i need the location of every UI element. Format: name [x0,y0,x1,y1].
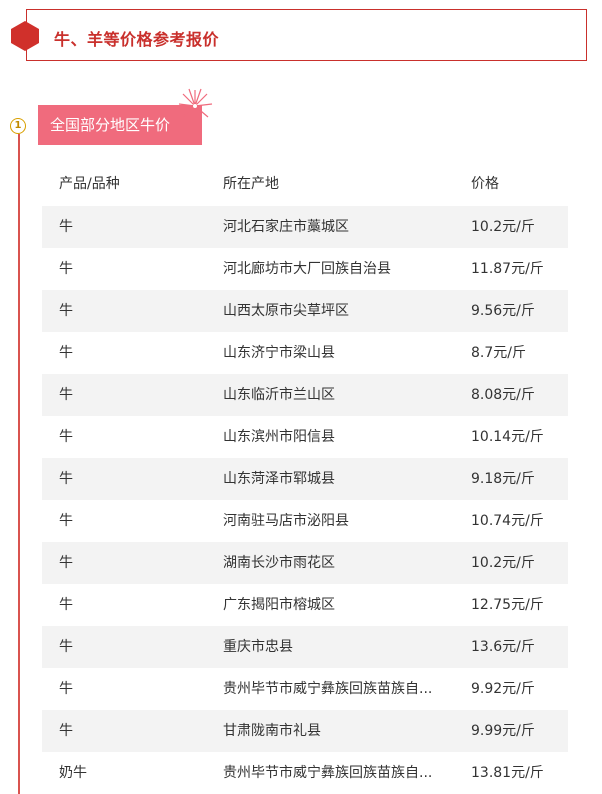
product-cell: 牛 [59,471,73,487]
origin-cell: 甘肃陇南市礼县 [223,723,321,739]
page-title: 牛、羊等价格参考报价 [54,30,220,49]
origin-cell: 贵州毕节市威宁彝族回族苗族自... [223,681,433,697]
price-cell: 9.18元/斤 [471,471,535,487]
origin-cell: 山西太原市尖草坪区 [223,303,349,319]
origin-cell: 山东菏泽市郓城县 [223,471,335,487]
timeline-line [18,134,20,794]
product-cell: 牛 [59,387,73,403]
product-cell: 牛 [59,513,73,529]
price-cell: 11.87元/斤 [471,261,544,277]
price-cell: 8.08元/斤 [471,387,535,403]
origin-cell: 河北廊坊市大厂回族自治县 [223,261,391,277]
price-cell: 9.92元/斤 [471,681,535,697]
header-origin: 所在产地 [223,176,279,192]
origin-cell: 山东滨州市阳信县 [223,429,335,445]
price-cell: 10.2元/斤 [471,555,535,571]
price-cell: 12.75元/斤 [471,597,544,613]
table-row: 奶牛 贵州毕节市威宁彝族回族苗族自... 13.81元/斤 [42,752,568,794]
price-cell: 9.99元/斤 [471,723,535,739]
price-cell: 10.74元/斤 [471,513,544,529]
product-cell: 奶牛 [59,765,87,781]
product-cell: 牛 [59,555,73,571]
origin-cell: 山东济宁市梁山县 [223,345,335,361]
table-header-row: 产品/品种 所在产地 价格 [42,162,568,206]
product-cell: 牛 [59,219,73,235]
price-cell: 8.7元/斤 [471,345,526,361]
product-cell: 牛 [59,597,73,613]
origin-cell: 重庆市忠县 [223,639,293,655]
product-cell: 牛 [59,303,73,319]
price-cell: 13.81元/斤 [471,765,544,781]
table-row: 牛 山西太原市尖草坪区 9.56元/斤 [42,290,568,332]
table-row: 牛 山东滨州市阳信县 10.14元/斤 [42,416,568,458]
hexagon-icon [11,21,39,51]
origin-cell: 山东临沂市兰山区 [223,387,335,403]
table-row: 牛 湖南长沙市雨花区 10.2元/斤 [42,542,568,584]
origin-cell: 河南驻马店市泌阳县 [223,513,349,529]
product-cell: 牛 [59,681,73,697]
table-row: 牛 河南驻马店市泌阳县 10.74元/斤 [42,500,568,542]
price-cell: 13.6元/斤 [471,639,535,655]
product-cell: 牛 [59,261,73,277]
origin-cell: 湖南长沙市雨花区 [223,555,335,571]
origin-cell: 广东揭阳市榕城区 [223,597,335,613]
table-row: 牛 重庆市忠县 13.6元/斤 [42,626,568,668]
product-cell: 牛 [59,639,73,655]
table-row: 牛 山东济宁市梁山县 8.7元/斤 [42,332,568,374]
table-row: 牛 山东菏泽市郓城县 9.18元/斤 [42,458,568,500]
price-cell: 9.56元/斤 [471,303,535,319]
table-row: 牛 山东临沂市兰山区 8.08元/斤 [42,374,568,416]
table-row: 牛 贵州毕节市威宁彝族回族苗族自... 9.92元/斤 [42,668,568,710]
product-cell: 牛 [59,345,73,361]
step-number-badge: 1 [10,118,26,134]
table-row: 牛 甘肃陇南市礼县 9.99元/斤 [42,710,568,752]
origin-cell: 河北石家庄市藁城区 [223,219,349,235]
product-cell: 牛 [59,429,73,445]
table-row: 牛 河北石家庄市藁城区 10.2元/斤 [42,206,568,248]
product-cell: 牛 [59,723,73,739]
price-cell: 10.14元/斤 [471,429,544,445]
firework-icon [178,88,213,118]
price-table: 产品/品种 所在产地 价格 牛河北石家庄市藁城区 10.2元/斤牛河北廊坊市大厂回… [42,162,568,794]
table-row: 牛 广东揭阳市榕城区 12.75元/斤 [42,584,568,626]
price-cell: 10.2元/斤 [471,219,535,235]
header-product: 产品/品种 [59,176,120,192]
origin-cell: 贵州毕节市威宁彝族回族苗族自... [223,765,433,781]
header-price: 价格 [471,176,499,192]
table-row: 牛 河北廊坊市大厂回族自治县 11.87元/斤 [42,248,568,290]
